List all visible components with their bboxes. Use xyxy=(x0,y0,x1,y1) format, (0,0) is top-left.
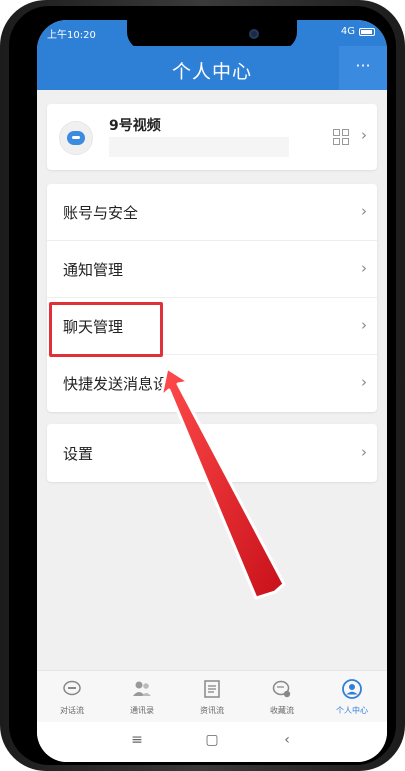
tab-contacts[interactable]: 通讯录 xyxy=(107,671,177,723)
tab-label: 资讯流 xyxy=(200,706,224,715)
screen: 上午10:20 4G 个人中心 ··· 9号视频 › 账号与安全 › 通知管理 … xyxy=(37,20,387,762)
favorites-icon xyxy=(272,680,291,698)
system-nav-bar: ≡ ▢ ‹ xyxy=(37,722,387,762)
annotation-arrow xyxy=(159,366,286,600)
tab-label: 通讯录 xyxy=(130,706,154,715)
tab-news-flow[interactable]: 资讯流 xyxy=(177,671,247,723)
phone-bezel: 上午10:20 4G 个人中心 ··· 9号视频 › 账号与安全 › 通知管理 … xyxy=(9,6,396,765)
arrow-shape xyxy=(159,366,286,600)
contacts-icon xyxy=(133,681,151,696)
tab-label: 个人中心 xyxy=(336,706,368,715)
tab-label: 收藏流 xyxy=(270,706,294,715)
back-icon[interactable]: ‹ xyxy=(277,732,297,752)
home-icon[interactable]: ▢ xyxy=(202,732,222,752)
chat-bubble-icon xyxy=(63,680,81,696)
bottom-tab-bar: 对话流 通讯录 资讯流 收藏流 个人中心 xyxy=(37,670,387,722)
person-icon xyxy=(342,679,362,699)
tab-favorites-flow[interactable]: 收藏流 xyxy=(247,671,317,723)
tab-label: 对话流 xyxy=(60,706,84,715)
tab-personal-center[interactable]: 个人中心 xyxy=(317,671,387,723)
tab-chat-flow[interactable]: 对话流 xyxy=(37,671,107,723)
phone-frame: 上午10:20 4G 个人中心 ··· 9号视频 › 账号与安全 › 通知管理 … xyxy=(0,0,405,771)
news-icon xyxy=(204,680,220,698)
menu-icon[interactable]: ≡ xyxy=(127,732,147,752)
